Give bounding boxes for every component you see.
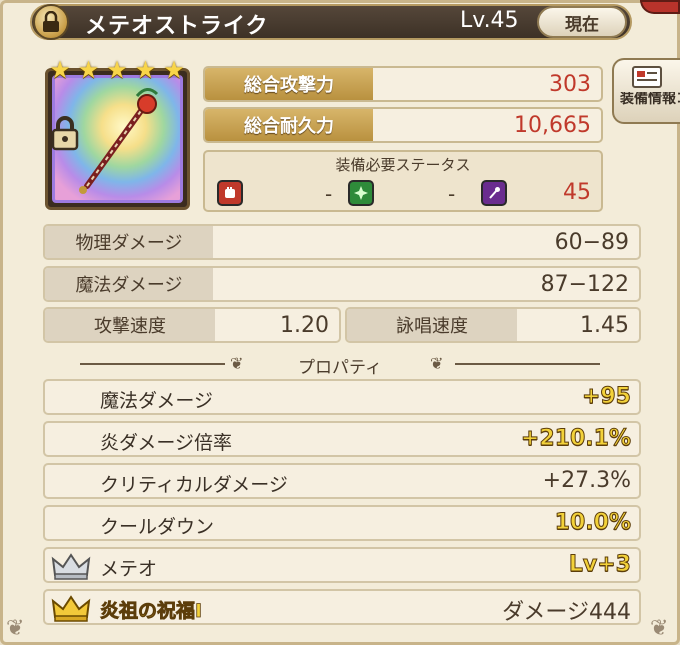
- skill-row-blessing: 炎祖の祝福Ⅰ ダメージ444: [43, 589, 641, 625]
- attack-speed-value: 1.20: [280, 313, 329, 338]
- total-attack-label: 総合攻撃力: [205, 68, 373, 100]
- cast-speed-label: 詠唱速度: [347, 309, 517, 341]
- total-attack-value: 303: [549, 72, 591, 97]
- close-tab[interactable]: [640, 0, 680, 14]
- property-value: +210.1%: [520, 426, 631, 452]
- property-label: クールダウン: [100, 516, 215, 538]
- property-value: +27.3%: [542, 468, 631, 493]
- dexterity-value: -: [448, 182, 456, 206]
- cast-speed-row: 詠唱速度 1.45: [345, 307, 641, 343]
- fist-icon: [217, 180, 243, 206]
- rarity-stars: ★ ★ ★ ★ ★: [48, 58, 186, 82]
- property-value: Lv+3: [568, 552, 631, 578]
- copy-button-label: 装備情報コピー: [620, 92, 680, 107]
- property-label: メテオ: [100, 558, 158, 580]
- properties-divider: ❦ プロパティ ❦: [80, 353, 600, 378]
- total-durability-row: 総合耐久力 10,665: [203, 107, 603, 143]
- strength-value: -: [325, 182, 333, 206]
- sparkle-icon: [348, 180, 374, 206]
- corner-ornament-icon: ❦: [650, 616, 669, 641]
- item-lock-icon: [51, 116, 79, 151]
- property-label: 炎ダメージ倍率: [100, 432, 233, 454]
- magic-damage-value: 87−122: [540, 272, 629, 297]
- star-icon: ★: [163, 56, 185, 84]
- property-label: 魔法ダメージ: [100, 390, 214, 412]
- lock-icon: [43, 11, 59, 32]
- attack-speed-label: 攻撃速度: [45, 309, 215, 341]
- silver-crown-icon: [51, 553, 91, 580]
- item-level: Lv.45: [460, 8, 519, 33]
- copy-equipment-button[interactable]: 装備情報コピー: [612, 58, 680, 124]
- gold-crown-icon: [51, 595, 91, 622]
- property-value: ダメージ444: [502, 600, 631, 625]
- attack-speed-row: 攻撃速度 1.20: [43, 307, 341, 343]
- properties-title: プロパティ: [298, 358, 382, 378]
- physical-damage-label: 物理ダメージ: [45, 226, 213, 258]
- magic-damage-label: 魔法ダメージ: [45, 268, 213, 300]
- physical-damage-value: 60−89: [554, 230, 629, 255]
- property-row: 魔法ダメージ +95: [43, 379, 641, 415]
- skill-row-meteor: メテオ Lv+3: [43, 547, 641, 583]
- property-label: クリティカルダメージ: [100, 474, 288, 496]
- document-icon: [632, 66, 662, 88]
- property-row: 炎ダメージ倍率 +210.1%: [43, 421, 641, 457]
- cast-speed-value: 1.45: [580, 313, 629, 338]
- star-icon: ★: [134, 56, 157, 84]
- property-value: +95: [581, 384, 631, 410]
- current-button[interactable]: 現在: [537, 6, 627, 38]
- required-stats-box: 装備必要ステータス - - 45: [203, 150, 603, 212]
- star-icon: ★: [106, 56, 128, 84]
- property-row: クールダウン 10.0%: [43, 505, 641, 541]
- total-durability-value: 10,665: [514, 113, 591, 138]
- magic-damage-row: 魔法ダメージ 87−122: [43, 266, 641, 302]
- star-icon: ★: [49, 56, 71, 84]
- divider-line: [455, 363, 600, 365]
- property-row: クリティカルダメージ +27.3%: [43, 463, 641, 499]
- star-icon: ★: [77, 56, 100, 84]
- ornament-icon: ❦: [430, 354, 444, 373]
- property-label: 炎祖の祝福Ⅰ: [100, 600, 203, 623]
- corner-ornament-icon: ❦: [6, 616, 25, 641]
- magic-value: 45: [563, 180, 591, 205]
- total-durability-label: 総合耐久力: [205, 109, 373, 141]
- lock-toggle-button[interactable]: [33, 4, 69, 40]
- physical-damage-row: 物理ダメージ 60−89: [43, 224, 641, 260]
- required-stats-title: 装備必要ステータス: [335, 156, 471, 174]
- wand-icon: [481, 180, 507, 206]
- total-attack-row: 総合攻撃力 303: [203, 66, 603, 102]
- property-value: 10.0%: [554, 510, 631, 536]
- item-name: メテオストライク: [85, 14, 269, 39]
